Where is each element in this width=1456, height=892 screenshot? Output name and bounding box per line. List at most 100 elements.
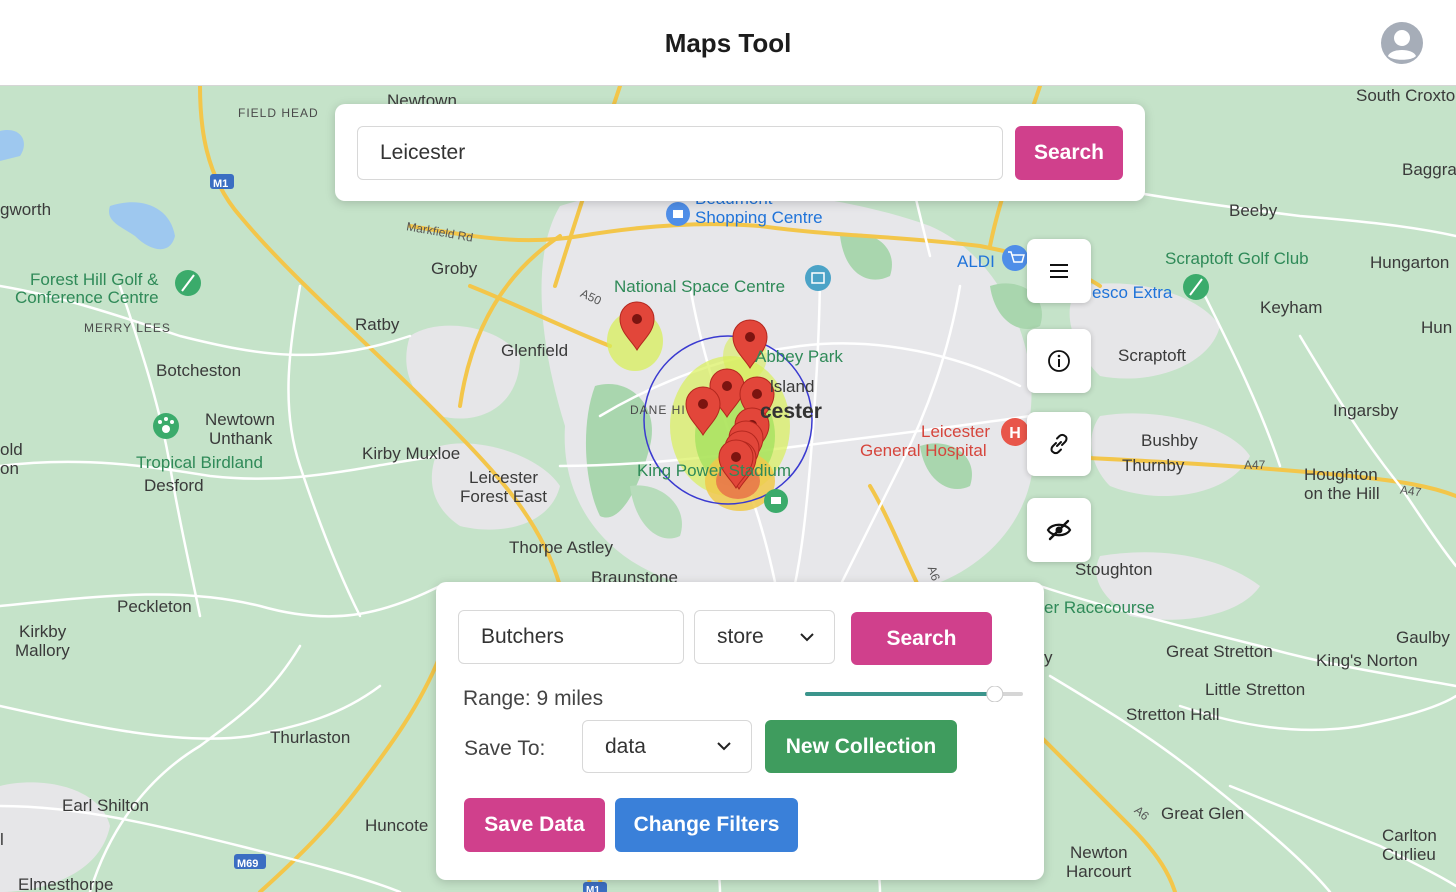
visibility-toggle-button[interactable] [1027, 498, 1091, 562]
map-label: South Croxto [1356, 86, 1456, 105]
museum-poi-icon [805, 265, 831, 291]
road-shield-label: M1 [213, 178, 229, 190]
map-label: King Power Stadium [637, 461, 792, 480]
range-label: Range: 9 miles [463, 687, 604, 710]
chevron-down-icon [800, 632, 814, 641]
collection-select[interactable]: data [582, 720, 752, 773]
place-search-button[interactable]: Search [851, 612, 992, 665]
shopping-poi-icon [666, 202, 690, 226]
map-label: er Racecourse [1044, 598, 1155, 617]
golf-poi-icon-2 [1183, 274, 1209, 300]
map-label: Forest Hill Golf & [30, 270, 159, 289]
map-label: Carlton [1382, 826, 1437, 845]
map-label: lsland [770, 377, 815, 396]
map-label: l [0, 830, 4, 849]
stadium-poi-icon [764, 489, 788, 513]
eye-off-icon [1046, 519, 1072, 541]
range-slider-thumb[interactable] [986, 686, 1004, 702]
user-circle-icon[interactable] [1380, 21, 1424, 65]
chevron-down-icon [717, 742, 731, 751]
map-label: Gaulby [1396, 628, 1450, 647]
map-label: Houghton [1304, 465, 1378, 484]
road-shield-label: M69 [237, 858, 259, 870]
map-label: Great Glen [1161, 804, 1245, 823]
map-label: National Space Centre [614, 277, 786, 296]
map-label: Groby [431, 259, 478, 278]
map-label: Kirkby [19, 622, 67, 641]
map-label: King's Norton [1316, 651, 1418, 670]
map-label: FIELD HEAD [238, 106, 319, 120]
map-label: gworth [0, 200, 52, 219]
supermarket-poi-icon [1002, 245, 1028, 271]
map-label: Thurnby [1122, 456, 1185, 475]
save-data-button[interactable]: Save Data [464, 798, 605, 852]
location-search-card: Leicester Search [335, 104, 1145, 201]
place-type-value: store [717, 625, 764, 648]
map-label: Botcheston [156, 361, 242, 380]
map-label: Kirby Muxloe [362, 444, 461, 463]
map-label: Thurlaston [270, 728, 351, 747]
app-title: Maps Tool [664, 28, 792, 58]
map-label: esco Extra [1092, 283, 1173, 302]
map-label: Tropical Birdland [136, 453, 263, 472]
map-label: y [1044, 648, 1053, 667]
map-label: Abbey Park [755, 347, 843, 366]
map-label: Huncote [365, 816, 429, 835]
map-label: Peckleton [117, 597, 192, 616]
map-label: Mallory [15, 641, 70, 660]
app-header: Maps Tool [0, 0, 1456, 86]
filter-panel: Butchers store Search Range: 9 miles Sav… [436, 582, 1044, 880]
map-label: Harcourt [1066, 862, 1132, 881]
location-search-input[interactable]: Leicester [357, 126, 1003, 180]
keyword-input[interactable]: Butchers [458, 610, 684, 664]
map-label: Glenfield [501, 341, 569, 360]
location-search-button[interactable]: Search [1015, 126, 1123, 180]
map-label: Hungarton [1370, 253, 1450, 272]
map-label: General Hospital [860, 441, 987, 460]
info-icon [1048, 350, 1070, 372]
map-label: on the Hill [1304, 484, 1380, 503]
change-filters-button[interactable]: Change Filters [615, 798, 798, 852]
golf-poi-icon [175, 270, 201, 296]
map-pin[interactable] [619, 301, 655, 351]
menu-button[interactable] [1027, 239, 1091, 303]
map-label: Newton [1070, 843, 1128, 862]
map-label: Earl Shilton [62, 796, 149, 815]
map-label: on [0, 459, 19, 478]
map-label: Unthank [209, 429, 273, 448]
map-label: Bushby [1141, 431, 1198, 450]
map-label: Curlieu [1382, 845, 1436, 864]
map-label: MERRY LEES [84, 321, 171, 335]
map-label: Ingarsby [1333, 401, 1399, 420]
link-icon [1050, 433, 1068, 455]
svg-text:H: H [1009, 425, 1021, 442]
info-button[interactable] [1027, 329, 1091, 393]
map-pin[interactable] [685, 386, 721, 436]
map-label: Leicester [469, 468, 538, 487]
map-label: Beeby [1229, 201, 1278, 220]
map-label: Scraptoft [1118, 346, 1187, 365]
range-slider[interactable] [805, 686, 1023, 702]
new-collection-button[interactable]: New Collection [765, 720, 957, 773]
road-label: A47 [1244, 458, 1266, 472]
map-label: old [0, 440, 23, 459]
map-label: DANE HI [630, 403, 686, 417]
map-label: Stoughton [1075, 560, 1153, 579]
hospital-poi-icon: H [1001, 418, 1029, 446]
map-label: Stretton Hall [1126, 705, 1220, 724]
link-button[interactable] [1027, 412, 1091, 476]
map-label: Scraptoft Golf Club [1165, 249, 1309, 268]
map-label: Shopping Centre [695, 208, 823, 227]
menu-icon [1050, 264, 1068, 278]
map-label: Desford [144, 476, 204, 495]
road-shield-label: M1 [586, 885, 600, 892]
map-label: ALDI [957, 252, 995, 271]
map-label: Forest East [460, 487, 547, 506]
map-label: Baggra [1402, 160, 1456, 179]
map-label: Ratby [355, 315, 400, 334]
place-type-select[interactable]: store [694, 610, 835, 664]
map-label: Thorpe Astley [509, 538, 613, 557]
zoo-poi-icon [153, 413, 179, 439]
keyword-input-value: Butchers [481, 625, 564, 648]
save-to-label: Save To: [464, 737, 546, 760]
